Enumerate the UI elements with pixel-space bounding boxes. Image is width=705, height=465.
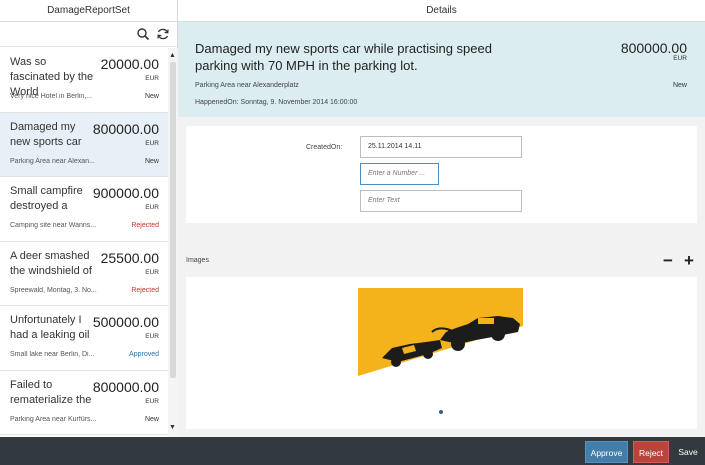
item-currency: EUR — [145, 397, 159, 405]
status-badge: Approved — [129, 351, 159, 358]
footer-toolbar: Approve Reject Save — [0, 437, 705, 465]
status-badge: New — [672, 82, 687, 89]
item-location: Parking Area near Kurfürs... — [10, 415, 97, 423]
search-icon[interactable] — [136, 27, 150, 41]
item-amount: 20000.00 — [100, 56, 159, 72]
item-currency: EUR — [145, 75, 159, 82]
item-title: Failed to rematerialize the — [10, 378, 92, 406]
item-currency: EUR — [145, 333, 159, 340]
list-item[interactable]: Small campfire destroyed a 900000.00 EUR… — [0, 177, 168, 242]
object-title: Damaged my new sports car while practisi… — [195, 41, 492, 73]
scroll-up-icon[interactable]: ▲ — [169, 52, 176, 59]
item-currency: EUR — [145, 204, 159, 211]
item-location: Parking Area near Alexan... — [10, 157, 95, 165]
master-title: DamageReportSet — [0, 0, 177, 22]
image-carousel — [186, 277, 697, 429]
item-amount: 500000.00 — [92, 314, 159, 330]
status-badge: Rejected — [131, 286, 159, 294]
item-currency: EUR — [145, 268, 159, 276]
item-title: Damaged my new sports car — [10, 120, 82, 148]
item-title: Unfortunately I had a leaking oil — [10, 314, 90, 341]
approve-button[interactable]: Approve — [585, 441, 628, 463]
scroll-down-icon[interactable]: ▼ — [169, 424, 176, 431]
detail-title: Details — [178, 0, 705, 22]
item-amount: 800000.00 — [92, 120, 159, 137]
remove-image-button[interactable]: − — [663, 252, 673, 269]
status-badge: Rejected — [131, 222, 159, 229]
reject-button[interactable]: Reject — [633, 441, 669, 463]
item-amount: 25500.00 — [100, 249, 159, 266]
save-button[interactable]: Save — [674, 441, 702, 463]
object-happened-on: HappenedOn: Sonntag, 9. November 2014 16… — [195, 99, 358, 106]
item-title: Small campfire destroyed a — [10, 185, 83, 212]
item-location: Small lake near Berlin, Di... — [10, 351, 95, 358]
list-scrollbar[interactable]: ▲ ▼ — [168, 48, 178, 437]
list-item[interactable]: Unfortunately I had a leaking oil 500000… — [0, 306, 168, 371]
item-amount: 900000.00 — [92, 185, 159, 201]
number-input[interactable]: Enter a Number ... — [360, 163, 439, 185]
refresh-icon[interactable] — [156, 27, 170, 41]
carousel-page-indicator[interactable] — [439, 410, 443, 414]
item-title: A deer smashed the windshield of — [10, 249, 92, 277]
master-pane: DamageReportSet Was so fascinated by the… — [0, 0, 178, 437]
add-image-button[interactable]: + — [684, 252, 694, 269]
detail-form: CreatedOn: 25.11.2014 14.11 Enter a Numb… — [186, 126, 697, 223]
master-toolbar — [0, 22, 177, 47]
images-label: Images — [186, 257, 209, 264]
list-item[interactable]: Damaged my new sports car 800000.00 EUR … — [0, 112, 168, 177]
item-amount: 800000.00 — [92, 378, 159, 395]
list-item[interactable]: Failed to rematerialize the 800000.00 EU… — [0, 370, 168, 435]
damage-report-list: Was so fascinated by the World 20000.00 … — [0, 48, 168, 437]
created-on-field[interactable]: 25.11.2014 14.11 — [360, 136, 522, 158]
list-item[interactable]: A deer smashed the windshield of 25500.0… — [0, 241, 168, 306]
detail-pane: Details Damaged my new sports car while … — [178, 0, 705, 437]
text-input[interactable]: Enter Text — [360, 190, 522, 212]
created-on-label: CreatedOn: — [306, 144, 343, 151]
item-location: Spreewald, Montag, 3. No... — [10, 286, 97, 294]
scroll-thumb[interactable] — [170, 62, 176, 378]
object-location: Parking Area near Alexanderplatz — [195, 82, 299, 89]
status-badge: New — [144, 415, 159, 423]
list-item[interactable]: Was so fascinated by the World 20000.00 … — [0, 48, 168, 113]
item-currency: EUR — [145, 139, 159, 147]
damaged-car-image[interactable] — [358, 288, 523, 401]
item-location: Camping site near Wanns... — [10, 222, 97, 229]
object-number-unit: EUR — [673, 55, 687, 62]
status-badge: New — [144, 93, 159, 100]
item-location: Very nice Hotel in Berlin,... — [10, 93, 93, 100]
object-header: Damaged my new sports car while practisi… — [178, 22, 705, 117]
status-badge: New — [144, 157, 159, 165]
object-number: 800000.00 — [620, 40, 687, 56]
